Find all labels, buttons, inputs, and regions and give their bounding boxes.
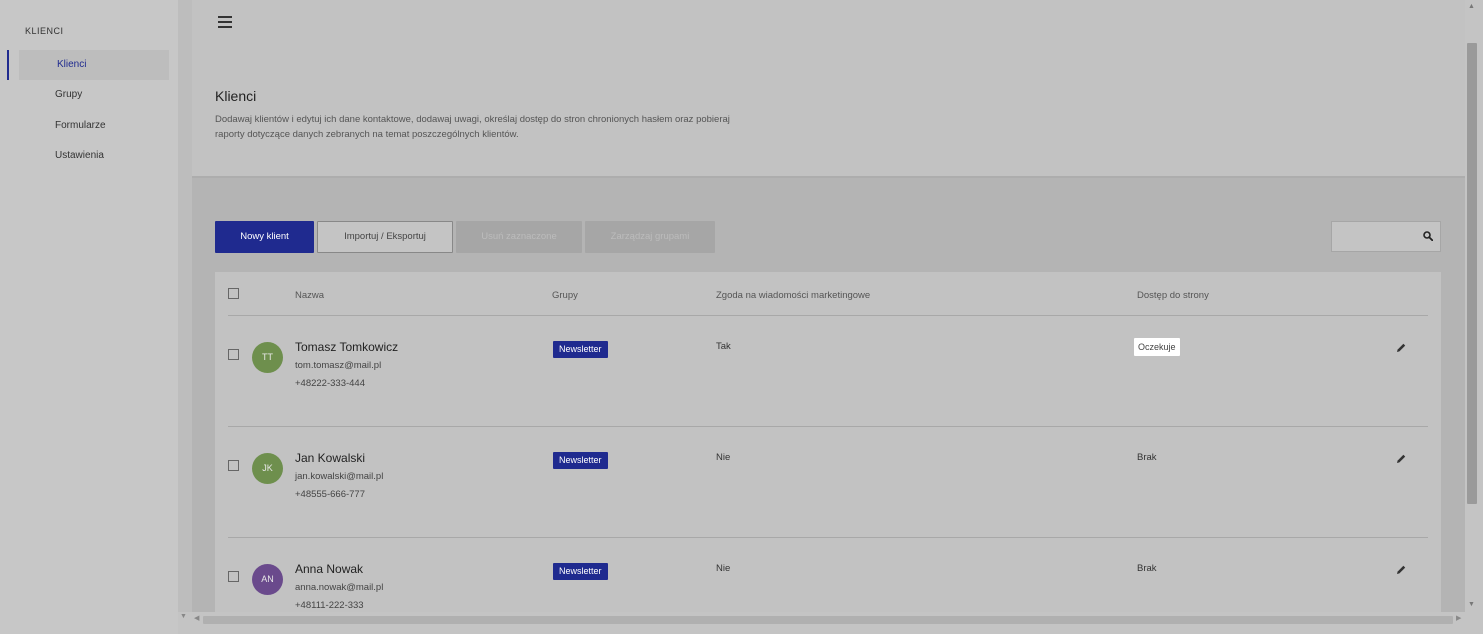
scroll-right-arrow-icon[interactable]: ▶ — [1456, 614, 1461, 622]
group-badge: Newsletter — [553, 452, 608, 469]
client-phone: +48222-333-444 — [295, 378, 365, 389]
sidebar-item-klienci[interactable]: Klienci — [19, 50, 169, 80]
column-header-groups: Grupy — [552, 290, 578, 301]
column-header-name: Nazwa — [295, 290, 325, 301]
site-access-status: Brak — [1137, 563, 1157, 574]
site-access-status-badge: Oczekuje — [1134, 338, 1180, 356]
column-header-marketing-consent: Zgoda na wiadomości marketingowe — [716, 290, 871, 301]
row-checkbox[interactable] — [228, 460, 239, 471]
table-row[interactable]: JK Jan Kowalski jan.kowalski@mail.pl +48… — [215, 427, 1441, 538]
pencil-edit-icon[interactable] — [1395, 453, 1407, 465]
site-access-status: Brak — [1137, 452, 1157, 463]
main-content: Klienci Dodawaj klientów i edytuj ich da… — [192, 0, 1465, 612]
marketing-consent: Tak — [716, 341, 731, 352]
search-icon[interactable] — [1423, 231, 1433, 241]
scroll-left-arrow-icon[interactable]: ◀ — [194, 614, 199, 622]
import-export-button[interactable]: Importuj / Eksportuj — [317, 221, 453, 253]
pencil-edit-icon[interactable] — [1395, 564, 1407, 576]
horizontal-scrollbar-thumb[interactable] — [203, 616, 1453, 624]
pencil-edit-icon[interactable] — [1395, 342, 1407, 354]
avatar: JK — [252, 453, 283, 484]
group-badge: Newsletter — [553, 341, 608, 358]
delete-selected-button[interactable]: Usuń zaznaczone — [456, 221, 582, 253]
sidebar-active-indicator — [7, 50, 9, 80]
client-email: jan.kowalski@mail.pl — [295, 471, 384, 482]
client-phone: +48555-666-777 — [295, 489, 365, 500]
gutter-arrow-icon: ▼ — [180, 613, 187, 620]
avatar: TT — [252, 342, 283, 373]
client-email: tom.tomasz@mail.pl — [295, 360, 382, 371]
row-checkbox[interactable] — [228, 571, 239, 582]
sidebar-item-ustawienia[interactable]: Ustawienia — [19, 141, 169, 171]
client-email: anna.nowak@mail.pl — [295, 582, 384, 593]
sidebar-item-formularze[interactable]: Formularze — [19, 111, 169, 141]
marketing-consent: Nie — [716, 452, 731, 463]
marketing-consent: Nie — [716, 563, 731, 574]
page-header: Klienci Dodawaj klientów i edytuj ich da… — [192, 0, 1465, 178]
client-phone: +48111-222-333 — [295, 600, 364, 611]
sidebar-gutter — [178, 0, 192, 612]
table-row[interactable]: TT Tomasz Tomkowicz tom.tomasz@mail.pl +… — [215, 316, 1441, 427]
clients-table: Nazwa Grupy Zgoda na wiadomości marketin… — [215, 272, 1441, 612]
client-name: Jan Kowalski — [295, 451, 366, 465]
page-description: Dodawaj klientów i edytuj ich dane konta… — [215, 114, 730, 140]
vertical-scrollbar-thumb[interactable] — [1467, 43, 1477, 504]
page-title: Klienci — [215, 88, 257, 104]
scroll-down-arrow-icon[interactable]: ▼ — [1468, 601, 1475, 608]
group-badge: Newsletter — [553, 563, 608, 580]
scroll-up-arrow-icon[interactable]: ▲ — [1468, 3, 1475, 10]
manage-groups-button[interactable]: Zarządzaj grupami — [585, 221, 715, 253]
client-name: Anna Nowak — [295, 562, 364, 576]
sidebar: KLIENCI Klienci Grupy Formularze Ustawie… — [0, 0, 178, 634]
column-header-site-access: Dostęp do strony — [1137, 290, 1209, 301]
sidebar-heading: KLIENCI — [25, 26, 64, 36]
client-name: Tomasz Tomkowicz — [295, 340, 399, 354]
table-row[interactable]: AN Anna Nowak anna.nowak@mail.pl +48111-… — [215, 538, 1441, 612]
avatar: AN — [252, 564, 283, 595]
sidebar-item-grupy[interactable]: Grupy — [19, 80, 169, 110]
hamburger-menu-icon[interactable] — [218, 16, 232, 28]
row-checkbox[interactable] — [228, 349, 239, 360]
search-input[interactable] — [1331, 221, 1441, 252]
new-client-button[interactable]: Nowy klient — [215, 221, 314, 253]
select-all-checkbox[interactable] — [228, 288, 239, 299]
